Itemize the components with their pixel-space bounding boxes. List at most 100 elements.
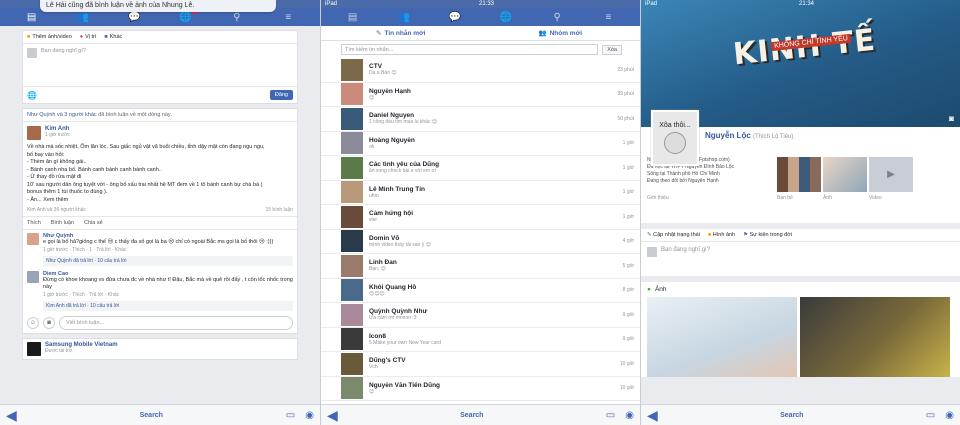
profile-picture[interactable]: Xõa thôi...	[651, 110, 699, 166]
conversation-item[interactable]: Khôi Quang Hồ 😊😊😊 8 giờ	[321, 279, 640, 303]
conversation-list: CTV Dạ a Bảo 😊 23 phút Nguyễn Hạnh 😊 39 phút D…	[321, 58, 640, 401]
conversation-item[interactable]: Dũng's CTV Vch 10 giờ	[321, 352, 640, 377]
notification-banner[interactable]: Lê Hải cũng đã bình luận về ảnh của Nhun…	[40, 0, 276, 12]
messages-icon[interactable]: 💬	[448, 11, 462, 23]
comment: Diem Cao Đừng có khoe khoang vs đứa chưa…	[23, 268, 297, 301]
back-arrow-icon[interactable]: ◀	[327, 407, 338, 424]
composer-tab-location[interactable]: ● Vị trí	[80, 34, 97, 40]
reply-link[interactable]: Kim Anh đã trả lời · 10 câu trả lời	[43, 301, 293, 311]
avatar[interactable]	[27, 233, 39, 245]
composer-tab-more[interactable]: ■ Khác	[104, 34, 122, 40]
messages-icon[interactable]: 💬	[127, 11, 141, 23]
nav-bar: ▤ 👥 💬 🌐 ⚲ ≡	[321, 8, 640, 26]
avatar[interactable]	[27, 342, 41, 356]
search-icon[interactable]: ⚲	[230, 11, 244, 23]
conversation-time: 10 giờ	[619, 385, 634, 392]
avatar	[341, 230, 363, 253]
conversation-time: 1 giờ	[622, 164, 634, 171]
conversation-time: 4 giờ	[622, 238, 634, 245]
status-bar: iPad 21:33	[321, 0, 640, 8]
profile-icon[interactable]: ◉	[945, 410, 954, 421]
new-message-tab[interactable]: ✎ Tin nhắn mới	[321, 26, 481, 40]
back-arrow-icon[interactable]: ◀	[6, 407, 17, 424]
comment-input[interactable]: Viết bình luận...	[59, 316, 293, 330]
composer-tab-photo[interactable]: ■ Thêm ảnh/video	[27, 34, 72, 40]
photos-thumb[interactable]	[823, 157, 867, 192]
status-tab[interactable]: ✎ Cập nhật trạng thái	[647, 232, 700, 238]
post-button[interactable]: Đăng	[269, 90, 293, 100]
friends-icon[interactable]: 👥	[76, 11, 90, 23]
composer-input[interactable]: Bạn đang nghĩ gì?	[661, 247, 710, 271]
camera-icon[interactable]: ◙	[43, 317, 55, 329]
conversation-item[interactable]: Nguyễn Văn Tiến Dũng 😊 10 giờ	[321, 377, 640, 401]
conversation-item[interactable]: Daniel Nguyen 1 công đầu tìm mua lu khác …	[321, 107, 640, 132]
menu-icon[interactable]: ≡	[281, 11, 295, 23]
search-button[interactable]: Search	[140, 412, 163, 419]
message-search-input[interactable]: Tìm kiếm tin nhắn...	[341, 44, 599, 55]
cover-photo[interactable]: KINH TẾ KHÔNG CHỈ TÌNH YÊU ◙	[641, 0, 960, 127]
profile-name[interactable]: Nguyễn Lộc (Thích Lộ Tiều)	[705, 131, 793, 140]
life-event-tab[interactable]: ⚑ Sự kiện trong đời	[743, 232, 792, 238]
search-button[interactable]: Search	[460, 412, 483, 419]
emoji-icon[interactable]: ☺	[27, 317, 39, 329]
comment-count[interactable]: 15 bình luận	[265, 207, 293, 213]
conversation-item[interactable]: Lê Minh Trung Tín uhm 1 giờ	[321, 181, 640, 205]
comment-button[interactable]: Bình luận	[51, 220, 74, 226]
avatar	[341, 205, 363, 228]
globe-icon[interactable]: 🌐1	[179, 7, 198, 23]
newsfeed-panel: Lê Hải cũng đã bình luận về ảnh của Nhun…	[0, 0, 320, 425]
newsfeed-icon[interactable]: ▤	[346, 11, 360, 23]
conversation-item[interactable]: Linh Đan Bạn: 😊 5 giờ	[321, 254, 640, 279]
photo-thumbnail[interactable]	[647, 297, 797, 377]
back-arrow-icon[interactable]: ◀	[647, 407, 658, 424]
meme-face-icon	[664, 132, 686, 154]
photo-tab[interactable]: ■ Hình ảnh	[708, 232, 735, 238]
conversation-item[interactable]: Nguyễn Hạnh 😊 39 phút	[321, 83, 640, 107]
avatar	[647, 247, 657, 257]
desktop-icon[interactable]: ▭	[926, 410, 935, 421]
conversation-name: Cảm hứng hội	[369, 210, 414, 218]
conversation-item[interactable]: Các tình yêu của Dũng ăn xong check bài e…	[321, 156, 640, 181]
conversation-item[interactable]: Quỳnh Quỳnh Như Ừa cảm ơn mnnnn :3 9 giờ	[321, 303, 640, 328]
profile-composer: ✎ Cập nhật trạng thái ■ Hình ảnh ⚑ Sự ki…	[641, 229, 960, 276]
desktop-icon[interactable]: ▭	[606, 410, 615, 421]
reply-link[interactable]: Như Quỳnh đã trả lời · 10 câu trả lời	[43, 256, 293, 266]
bottom-bar: ◀ Search ▭ ◉	[0, 404, 320, 425]
conversation-snippet: ăn xong check bài e với em ơi	[369, 168, 436, 175]
menu-icon[interactable]: ≡	[601, 11, 615, 23]
globe-icon[interactable]: 🌐	[27, 91, 37, 100]
conversation-item[interactable]: CTV Dạ a Bảo 😊 23 phút	[321, 58, 640, 83]
conversation-item[interactable]: Hoàng Nguyễn ok 1 giờ	[321, 132, 640, 156]
profile-panel: iPad21:34 KINH TẾ KHÔNG CHỈ TÌNH YÊU ◙ X…	[640, 0, 960, 425]
globe-icon[interactable]: 🌐	[499, 11, 513, 23]
desktop-icon[interactable]: ▭	[286, 410, 295, 421]
search-button[interactable]: Search	[780, 412, 803, 419]
friends-icon[interactable]: 👥	[397, 11, 411, 23]
conversation-time: 9 giờ	[622, 336, 634, 343]
search-icon[interactable]: ⚲	[550, 11, 564, 23]
conversation-snippet: mình video thấy tải sao ý 😊	[369, 241, 431, 248]
conversation-snippet: Ừa cảm ơn mnnnn :3	[369, 315, 417, 322]
camera-icon[interactable]: ◙	[949, 114, 954, 123]
search-clear-button[interactable]: Xóa	[602, 44, 622, 55]
friends-thumb[interactable]	[777, 157, 821, 192]
profile-icon[interactable]: ◉	[625, 410, 634, 421]
share-button[interactable]: Chia sẻ	[84, 220, 103, 226]
conversation-name: Daniel Nguyen	[369, 112, 415, 120]
avatar[interactable]	[27, 126, 41, 140]
avatar[interactable]	[27, 271, 39, 283]
reaction-summary[interactable]: Kim Anh và 36 người khác	[27, 207, 86, 213]
conversation-item[interactable]: Domin Võ mình video thấy tải sao ý 😊 4 giờ	[321, 230, 640, 254]
photo-thumbnail[interactable]	[800, 297, 950, 377]
conversation-item[interactable]: Icon8 5 Make your own New Year card 9 giờ	[321, 328, 640, 352]
conversation-snippet: Vch	[369, 364, 378, 371]
conversation-snippet: 1 công đầu tìm mua lu khác 😊	[369, 119, 438, 126]
composer-card: ■ Thêm ảnh/video ● Vị trí ■ Khác Bạn đang n…	[22, 30, 298, 104]
like-button[interactable]: Thích	[27, 220, 41, 226]
composer-input[interactable]: Bạn đang nghĩ gì?	[41, 48, 86, 82]
new-group-tab[interactable]: 👥 Nhóm mới	[481, 26, 641, 40]
profile-icon[interactable]: ◉	[305, 410, 314, 421]
video-thumb[interactable]: ▶	[869, 157, 913, 192]
newsfeed-icon[interactable]: ▤	[25, 11, 39, 23]
conversation-item[interactable]: Cảm hứng hội vler 1 giờ	[321, 205, 640, 230]
